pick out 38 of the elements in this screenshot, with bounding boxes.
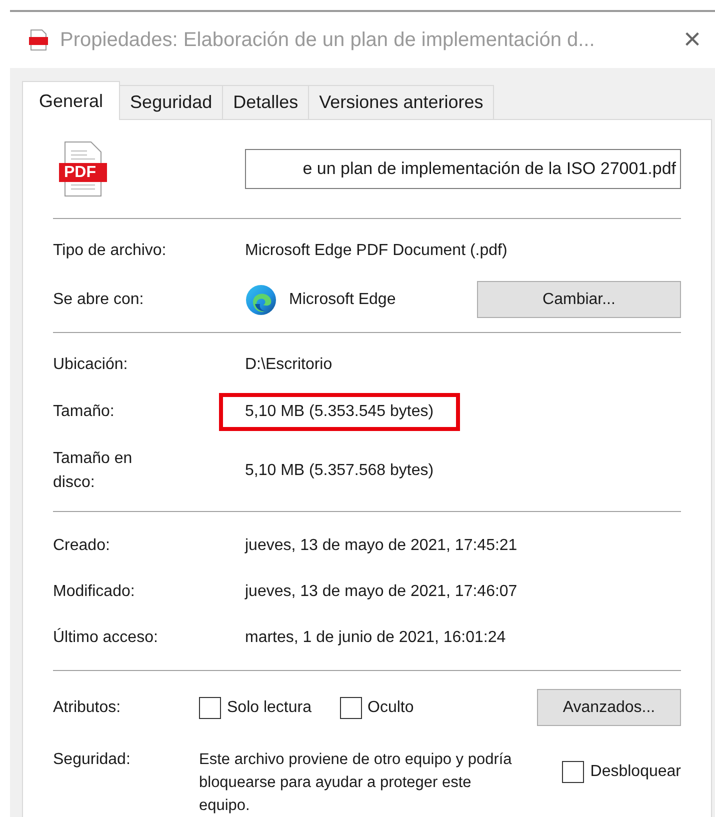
- close-button[interactable]: ×: [683, 25, 701, 55]
- field-value: 5,10 MB (5.357.568 bytes): [245, 461, 434, 481]
- field-value: 5,10 MB (5.353.545 bytes): [219, 393, 460, 431]
- field-value: martes, 1 de junio de 2021, 16:01:24: [245, 628, 506, 648]
- field-label: Modificado:: [53, 582, 136, 602]
- pdf-label: PDF: [64, 163, 96, 182]
- checkbox-label: Desbloquear: [590, 762, 681, 782]
- field-label: Seguridad:: [53, 750, 132, 770]
- checkbox[interactable]: [562, 761, 584, 783]
- checkbox-label: Solo lectura: [227, 698, 312, 718]
- tab[interactable]: Versiones anteriores: [309, 85, 494, 119]
- tab[interactable]: Detalles: [223, 85, 310, 119]
- field-label: Se abre con:: [53, 290, 145, 310]
- field-value: D:\Escritorio: [245, 355, 332, 375]
- field-label: Último acceso:: [53, 627, 159, 648]
- checkbox[interactable]: [199, 696, 221, 718]
- change-button[interactable]: Cambiar...: [477, 281, 681, 318]
- field-value: Microsoft Edge PDF Document (.pdf): [245, 241, 508, 261]
- field-label: Tamaño en disco:: [53, 449, 134, 493]
- field-label: Atributos:: [53, 698, 122, 718]
- field-value: Microsoft Edge: [289, 290, 396, 310]
- tab[interactable]: General: [22, 81, 120, 120]
- advanced-button[interactable]: Avanzados...: [537, 689, 681, 726]
- tab[interactable]: Seguridad: [120, 85, 224, 119]
- filename-field[interactable]: e un plan de implementación de la ISO 27001.pdf: [245, 149, 681, 189]
- field-label: Tipo de archivo:: [53, 241, 168, 261]
- field-label: Creado:: [53, 536, 111, 556]
- field-value: jueves, 13 de mayo de 2021, 17:45:21: [245, 536, 518, 556]
- checkbox[interactable]: [340, 696, 362, 718]
- window-title: Propiedades: Elaboración de un plan de implementación d...: [60, 28, 595, 53]
- pdf-file-icon: [59, 141, 107, 197]
- field-label: Ubicación:: [53, 355, 129, 375]
- edge-icon: [245, 284, 277, 316]
- field-label: Tamaño:: [53, 402, 116, 422]
- field-value: jueves, 13 de mayo de 2021, 17:46:07: [245, 582, 518, 602]
- checkbox-label: Oculto: [368, 698, 414, 718]
- security-message: Este archivo proviene de otro equipo y podría bloquearse para ayudar a proteger este equipo.: [199, 750, 513, 816]
- pdf-file-icon: [26, 28, 50, 52]
